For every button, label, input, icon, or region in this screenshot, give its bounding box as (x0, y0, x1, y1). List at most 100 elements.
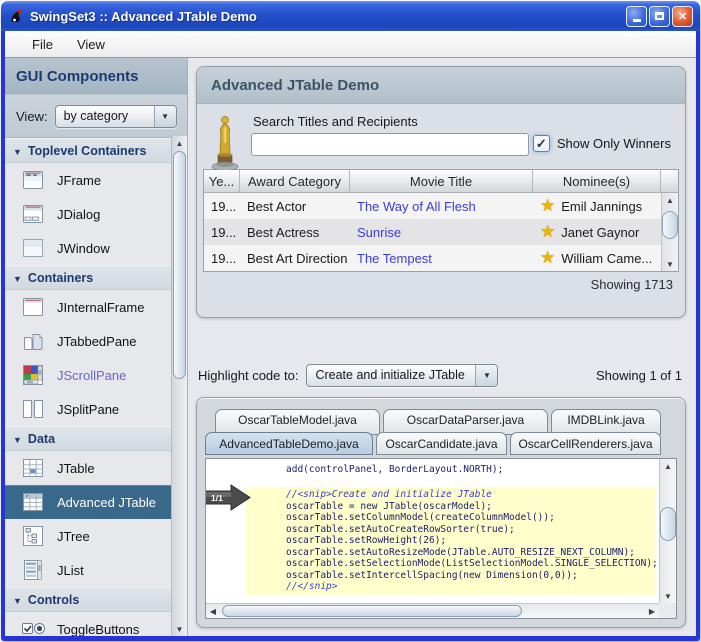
search-group: Search Titles and Recipients (251, 111, 529, 156)
search-input[interactable] (251, 133, 529, 156)
maximize-button[interactable] (649, 6, 670, 27)
demo-panel-header: Advanced JTable Demo (197, 67, 685, 104)
sidebar-item-jsplitpane[interactable]: JSplitPane (5, 392, 187, 426)
menu-item-file[interactable]: File (21, 34, 64, 55)
section-label: Toplevel Containers (28, 144, 147, 158)
highlight-code-value: Create and initialize JTable (315, 368, 464, 382)
chevron-down-icon (475, 365, 497, 386)
highlight-marker: 1/1 (205, 484, 252, 511)
cell-nominee: Emil Jannings (533, 193, 661, 219)
view-combobox[interactable]: by category (55, 105, 177, 128)
section-header-containers[interactable]: Containers (5, 265, 187, 290)
section-header-controls[interactable]: Controls (5, 587, 187, 612)
sidebar-item-jdialog[interactable]: JDialog (5, 197, 187, 231)
table-row[interactable]: 19...Best ActorThe Way of All FleshEmil … (204, 193, 661, 219)
table-row[interactable]: 19...Best Art DirectionThe TempestWillia… (204, 245, 661, 271)
code-vertical-scrollbar[interactable] (659, 459, 676, 603)
sidebar-item-label: JTabbedPane (57, 334, 137, 349)
sidebar-item-jlist[interactable]: JList (5, 553, 187, 587)
tab-advancedtabledemo[interactable]: AdvancedTableDemo.java (205, 432, 373, 455)
section-header-toplevel-containers[interactable]: Toplevel Containers (5, 138, 187, 163)
column-header-award-category[interactable]: Award Category (240, 170, 350, 192)
collapse-triangle-icon (13, 144, 22, 158)
sidebar-item-label: JTree (57, 529, 90, 544)
sidebar-item-jwindow[interactable]: JWindow (5, 231, 187, 265)
sidebar-item-jframe[interactable]: JFrame (5, 163, 187, 197)
sidebar-item-jinternalframe[interactable]: JInternalFrame (5, 290, 187, 324)
minimize-icon (633, 19, 641, 22)
column-header-nominee-s[interactable]: Nominee(s) (533, 170, 661, 192)
jdialog-icon (20, 201, 46, 227)
snippet-status: Showing 1 of 1 (596, 368, 686, 383)
sidebar-item-jtree[interactable]: JTree (5, 519, 187, 553)
cell-year: 19... (204, 193, 240, 219)
cell-category: Best Art Direction (240, 245, 350, 271)
highlighted-code-block: //<snip>Create and initialize JTable osca… (246, 487, 656, 595)
jtabbedpane-icon (20, 328, 46, 354)
sidebar: GUI Components View: by category Topleve… (5, 58, 188, 636)
cell-movie-link[interactable]: The Tempest (350, 245, 533, 271)
code-horizontal-scrollbar[interactable] (206, 603, 659, 618)
window-content: GUI Components View: by category Topleve… (5, 58, 696, 636)
jwindow-icon (20, 235, 46, 261)
window-controls (626, 6, 693, 27)
sidebar-scrollbar-thumb[interactable] (173, 151, 186, 379)
highlight-marker-text: 1/1 (211, 493, 223, 503)
sidebar-title-text: GUI Components (16, 68, 139, 85)
scroll-up-icon[interactable] (172, 136, 187, 150)
section-header-data[interactable]: Data (5, 426, 187, 451)
scroll-up-icon[interactable] (662, 193, 678, 207)
scroll-up-icon[interactable] (660, 459, 676, 473)
code-line (206, 476, 659, 488)
minimize-button[interactable] (626, 6, 647, 27)
table-scrollbar-thumb[interactable] (662, 211, 678, 239)
table-header-row: Ye...Award CategoryMovie TitleNominee(s) (204, 170, 678, 193)
tab-oscarcellrenderers[interactable]: OscarCellRenderers.java (510, 432, 661, 455)
sidebar-item-jtable[interactable]: JTable (5, 451, 187, 485)
demo-panel: Advanced JTable Demo (196, 66, 686, 318)
winner-star-icon (540, 248, 555, 268)
component-list: Toplevel ContainersJFrameJDialogJWindowC… (5, 138, 187, 636)
view-row: View: by category (5, 95, 187, 138)
view-label: View: (16, 109, 48, 124)
advanced-jtable-icon (20, 489, 46, 515)
sidebar-scrollbar[interactable] (171, 136, 187, 636)
sidebar-item-jtabbedpane[interactable]: JTabbedPane (5, 324, 187, 358)
maximize-icon (655, 12, 664, 20)
scroll-right-icon[interactable] (645, 604, 659, 618)
tab-oscarcandidate[interactable]: OscarCandidate.java (376, 432, 507, 455)
code-line: oscarTable.setAutoCreateRowSorter(true); (246, 524, 656, 536)
cell-year: 19... (204, 245, 240, 271)
scroll-down-icon[interactable] (660, 589, 676, 603)
show-only-winners-checkbox[interactable] (533, 135, 550, 152)
view-combobox-value: by category (64, 109, 129, 123)
title-bar[interactable]: SwingSet3 :: Advanced JTable Demo (1, 1, 700, 31)
column-header-movie-title[interactable]: Movie Title (350, 170, 533, 192)
cell-movie-link[interactable]: Sunrise (350, 219, 533, 245)
close-icon (678, 7, 687, 25)
scroll-down-icon[interactable] (662, 257, 678, 271)
column-header-ye[interactable]: Ye... (204, 170, 240, 192)
code-line: oscarTable.setIntercellSpacing(new Dimen… (246, 570, 656, 582)
cell-movie-link[interactable]: The Way of All Flesh (350, 193, 533, 219)
awards-table: Ye...Award CategoryMovie TitleNominee(s)… (203, 169, 679, 272)
code-hscrollbar-thumb[interactable] (222, 605, 522, 617)
togglebuttons-icon (20, 616, 46, 636)
sidebar-item-jscrollpane[interactable]: JScrollPane (5, 358, 187, 392)
jtable-icon (20, 455, 46, 481)
scroll-left-icon[interactable] (206, 604, 220, 618)
scroll-down-icon[interactable] (172, 622, 187, 636)
sidebar-item-advanced-jtable[interactable]: Advanced JTable (5, 485, 187, 519)
menu-item-view[interactable]: View (66, 34, 116, 55)
table-row[interactable]: 19...Best ActressSunriseJanet Gaynor (204, 219, 661, 245)
sidebar-item-togglebuttons[interactable]: ToggleButtons (5, 612, 187, 636)
table-scrollbar[interactable] (661, 193, 678, 271)
code-vscrollbar-thumb[interactable] (660, 507, 676, 541)
table-rows: 19...Best ActorThe Way of All FleshEmil … (204, 193, 661, 271)
highlight-code-combobox[interactable]: Create and initialize JTable (306, 364, 498, 387)
column-header-spacer (661, 170, 678, 192)
close-button[interactable] (672, 6, 693, 27)
code-tabs-bottom-row: AdvancedTableDemo.javaOscarCandidate.jav… (205, 432, 685, 455)
code-line: //<snip>Create and initialize JTable (246, 489, 656, 501)
cell-nominee: Janet Gaynor (533, 219, 661, 245)
